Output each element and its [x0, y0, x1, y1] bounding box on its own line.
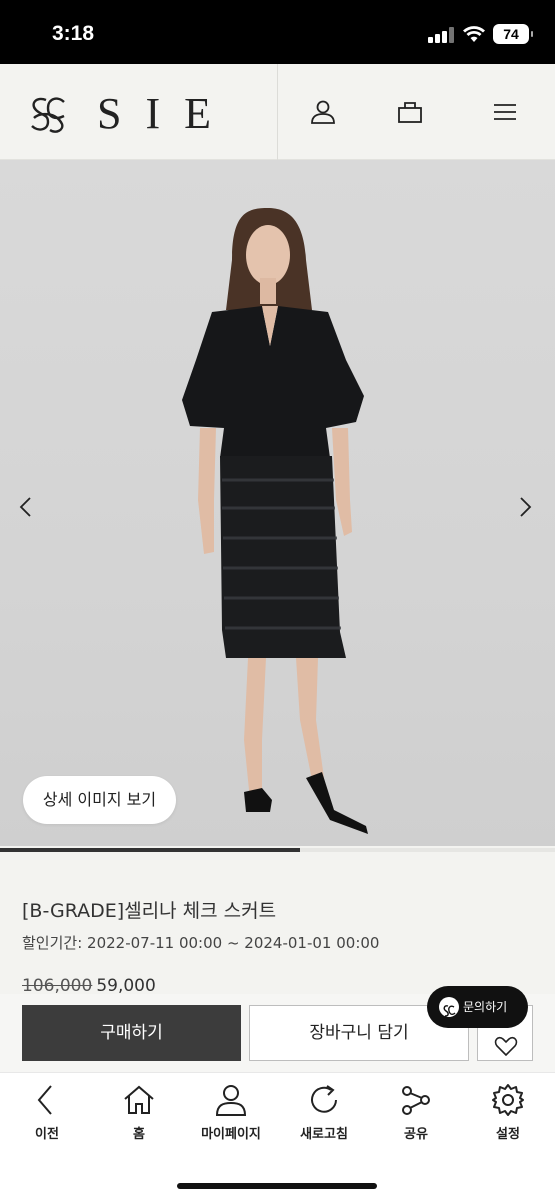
- heart-icon: [494, 1036, 518, 1056]
- status-bar: 3:18 74: [0, 0, 555, 64]
- toolbar-home[interactable]: 홈: [93, 1083, 185, 1153]
- buy-button[interactable]: 구매하기: [22, 1005, 241, 1061]
- toolbar-back[interactable]: 이전: [1, 1083, 93, 1153]
- inquiry-label: 문의하기: [463, 1000, 508, 1014]
- menu-icon[interactable]: [491, 98, 519, 126]
- gallery-progress-fill: [0, 848, 300, 852]
- inquiry-button[interactable]: 문의하기: [427, 986, 528, 1028]
- share-icon: [402, 1086, 430, 1115]
- model-photo: [182, 208, 368, 834]
- brand-logo-icon: [439, 997, 459, 1017]
- site-header: SIE: [0, 64, 555, 160]
- toolbar-label: 이전: [35, 1127, 59, 1142]
- toolbar-label: 공유: [404, 1127, 428, 1142]
- previous-image-arrow-icon[interactable]: [16, 496, 36, 518]
- gear-icon: [492, 1084, 524, 1116]
- signal-icon: [428, 27, 456, 43]
- sale-price: 59,000: [96, 976, 156, 996]
- toolbar-label: 마이페이지: [201, 1127, 261, 1142]
- toolbar-label: 설정: [496, 1127, 520, 1142]
- person-icon: [215, 1085, 247, 1116]
- product-title: [B-GRADE]셀리나 체크 스커트: [22, 900, 277, 922]
- back-icon: [37, 1085, 52, 1115]
- header-divider: [277, 64, 278, 160]
- sale-period: 할인기간: 2022-07-11 00:00 ~ 2024-01-01 00:0…: [22, 934, 380, 952]
- view-detail-images-button[interactable]: 상세 이미지 보기: [23, 776, 176, 824]
- next-image-arrow-icon[interactable]: [515, 496, 535, 518]
- toolbar-share[interactable]: 공유: [370, 1083, 462, 1153]
- home-indicator: [177, 1183, 377, 1189]
- refresh-icon: [311, 1085, 337, 1113]
- toolbar-label: 홈: [133, 1127, 145, 1142]
- status-time: 3:18: [52, 22, 95, 45]
- price-row: 106,000 59,000: [22, 976, 156, 996]
- brand-logo-icon[interactable]: [26, 94, 70, 134]
- battery-indicator: 74: [493, 24, 533, 44]
- wifi-icon: [463, 26, 485, 42]
- toolbar-mypage[interactable]: 마이페이지: [185, 1083, 277, 1153]
- bag-icon[interactable]: [396, 98, 424, 126]
- home-icon: [124, 1085, 154, 1114]
- original-price: 106,000: [22, 976, 93, 996]
- brand-name[interactable]: SIE: [97, 90, 235, 138]
- toolbar-label: 새로고침: [300, 1127, 348, 1142]
- user-icon[interactable]: [309, 98, 337, 126]
- browser-toolbar: 이전 홈 마이페이지 새로고침 공유 설정: [0, 1072, 555, 1200]
- gallery-progress-bar: [0, 848, 555, 852]
- product-image[interactable]: 상세 이미지 보기: [0, 160, 555, 846]
- toolbar-settings[interactable]: 설정: [462, 1083, 554, 1153]
- toolbar-refresh[interactable]: 새로고침: [278, 1083, 370, 1153]
